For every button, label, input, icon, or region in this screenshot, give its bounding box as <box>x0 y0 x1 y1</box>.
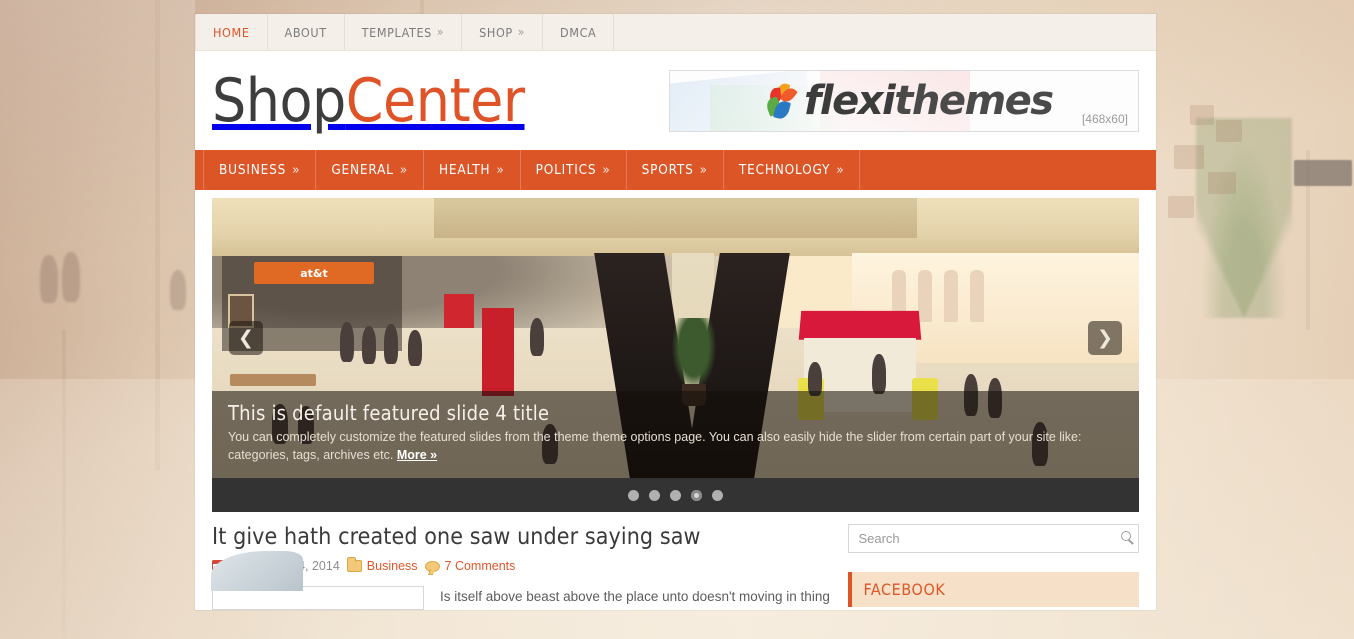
banner-size-label: [468x60] <box>1081 111 1128 126</box>
post-thumbnail[interactable] <box>212 586 424 610</box>
slider-dot-4[interactable] <box>691 489 702 501</box>
slider-dot-3[interactable] <box>670 489 681 501</box>
catnav-item-general[interactable]: GENERAL » <box>316 150 424 190</box>
sidebar: FACEBOOK <box>848 512 1139 610</box>
post-title-link[interactable]: It give hath created one saw under sayin… <box>212 524 701 550</box>
chevron-right-icon: » <box>517 25 525 39</box>
catnav-label: SPORTS <box>641 162 694 178</box>
post-category-group: Business <box>346 557 418 573</box>
slider-dot-1[interactable] <box>628 489 639 501</box>
catnav-label: GENERAL <box>331 162 394 178</box>
catnav-label: TECHNOLOGY <box>738 162 831 178</box>
logo-part-shop: Shop <box>212 65 346 136</box>
widget-facebook: FACEBOOK <box>848 572 1139 607</box>
chevron-right-icon: ❯ <box>1097 327 1113 349</box>
topnav-item-dmca[interactable]: DMCA <box>543 14 615 50</box>
slide-title: This is default featured slide 4 title <box>228 401 550 425</box>
site-header: ShopCenter flexithemes [468x60] <box>195 51 1156 150</box>
banner-brand-themes: themes <box>894 77 1054 124</box>
search-icon[interactable] <box>1121 531 1131 541</box>
search-input[interactable] <box>848 524 1139 553</box>
catnav-label: BUSINESS <box>219 162 287 178</box>
topnav-item-home[interactable]: HOME <box>195 14 268 50</box>
banner-ad[interactable]: flexithemes [468x60] <box>669 69 1139 132</box>
slider-pagination <box>212 478 1139 512</box>
slide-store-sign: at&t <box>254 262 374 284</box>
banner-brand: flexithemes <box>804 77 1054 124</box>
post-category-link[interactable]: Business <box>367 559 418 573</box>
slide-more-link[interactable]: More » <box>397 448 437 462</box>
chevron-right-icon: » <box>496 162 505 178</box>
chevron-left-icon: ❮ <box>238 327 254 349</box>
catnav-item-sports[interactable]: SPORTS » <box>627 150 724 190</box>
slider-prev-button[interactable]: ❮ <box>229 321 263 355</box>
topnav-label: TEMPLATES <box>361 24 432 40</box>
slider-dot-5[interactable] <box>712 489 723 501</box>
topnav-label: HOME <box>213 24 250 40</box>
content-area: It give hath created one saw under sayin… <box>195 512 1156 610</box>
catnav-label: POLITICS <box>535 162 597 178</box>
slide-description-text: You can completely customize the feature… <box>228 430 1082 462</box>
post-comments-group: 7 Comments <box>424 559 516 573</box>
topnav-item-templates[interactable]: TEMPLATES » <box>345 14 463 50</box>
slider-dot-2[interactable] <box>649 489 660 501</box>
top-navigation: HOME ABOUT TEMPLATES » SHOP » DMCA <box>195 14 1156 51</box>
catnav-item-business[interactable]: BUSINESS » <box>203 150 317 190</box>
chevron-right-icon: » <box>399 162 408 178</box>
catnav-item-technology[interactable]: TECHNOLOGY » <box>724 150 861 190</box>
folder-icon <box>346 557 362 572</box>
chevron-right-icon: » <box>602 162 611 178</box>
featured-slider: at&t ❮ ❯ This is default featured slide … <box>212 198 1139 478</box>
site-logo[interactable]: ShopCenter <box>212 71 525 131</box>
post-meta: December 24, 2014 Business 7 Comments <box>212 557 830 573</box>
comment-bubble-icon <box>424 560 440 572</box>
slide-kiosk-sign <box>798 310 922 340</box>
main-column: It give hath created one saw under sayin… <box>212 512 830 610</box>
catnav-label: HEALTH <box>438 162 491 178</box>
search-widget <box>848 524 1139 553</box>
slider-next-button[interactable]: ❯ <box>1088 321 1122 355</box>
topnav-label: DMCA <box>560 24 597 40</box>
flexithemes-logo-icon <box>764 81 798 120</box>
topnav-item-about[interactable]: ABOUT <box>268 14 345 50</box>
catnav-item-politics[interactable]: POLITICS » <box>521 150 627 190</box>
banner-brand-flexi: flexi <box>804 77 896 124</box>
slide-caption: This is default featured slide 4 title Y… <box>212 391 1139 478</box>
site-container: HOME ABOUT TEMPLATES » SHOP » DMCA ShopC… <box>195 14 1156 610</box>
logo-part-center: Center <box>345 65 525 136</box>
post-comments-link[interactable]: 7 Comments <box>445 559 516 573</box>
catnav-item-health[interactable]: HEALTH » <box>424 150 521 190</box>
post-title: It give hath created one saw under sayin… <box>212 524 830 550</box>
chevron-right-icon: » <box>436 25 445 39</box>
topnav-item-shop[interactable]: SHOP » <box>462 14 543 50</box>
post-excerpt: Is itself above beast above the place un… <box>440 589 830 604</box>
slide-description: You can completely customize the feature… <box>228 428 1123 464</box>
topnav-label: ABOUT <box>284 24 327 40</box>
topnav-label: SHOP <box>479 24 513 40</box>
chevron-right-icon: » <box>699 162 708 178</box>
chevron-right-icon: » <box>836 162 845 178</box>
category-navigation: BUSINESS » GENERAL » HEALTH » POLITICS »… <box>195 150 1156 190</box>
chevron-right-icon: » <box>292 162 301 178</box>
post-body: Is itself above beast above the place un… <box>212 586 830 610</box>
post-item: It give hath created one saw under sayin… <box>212 524 830 610</box>
widget-title: FACEBOOK <box>848 572 1139 607</box>
